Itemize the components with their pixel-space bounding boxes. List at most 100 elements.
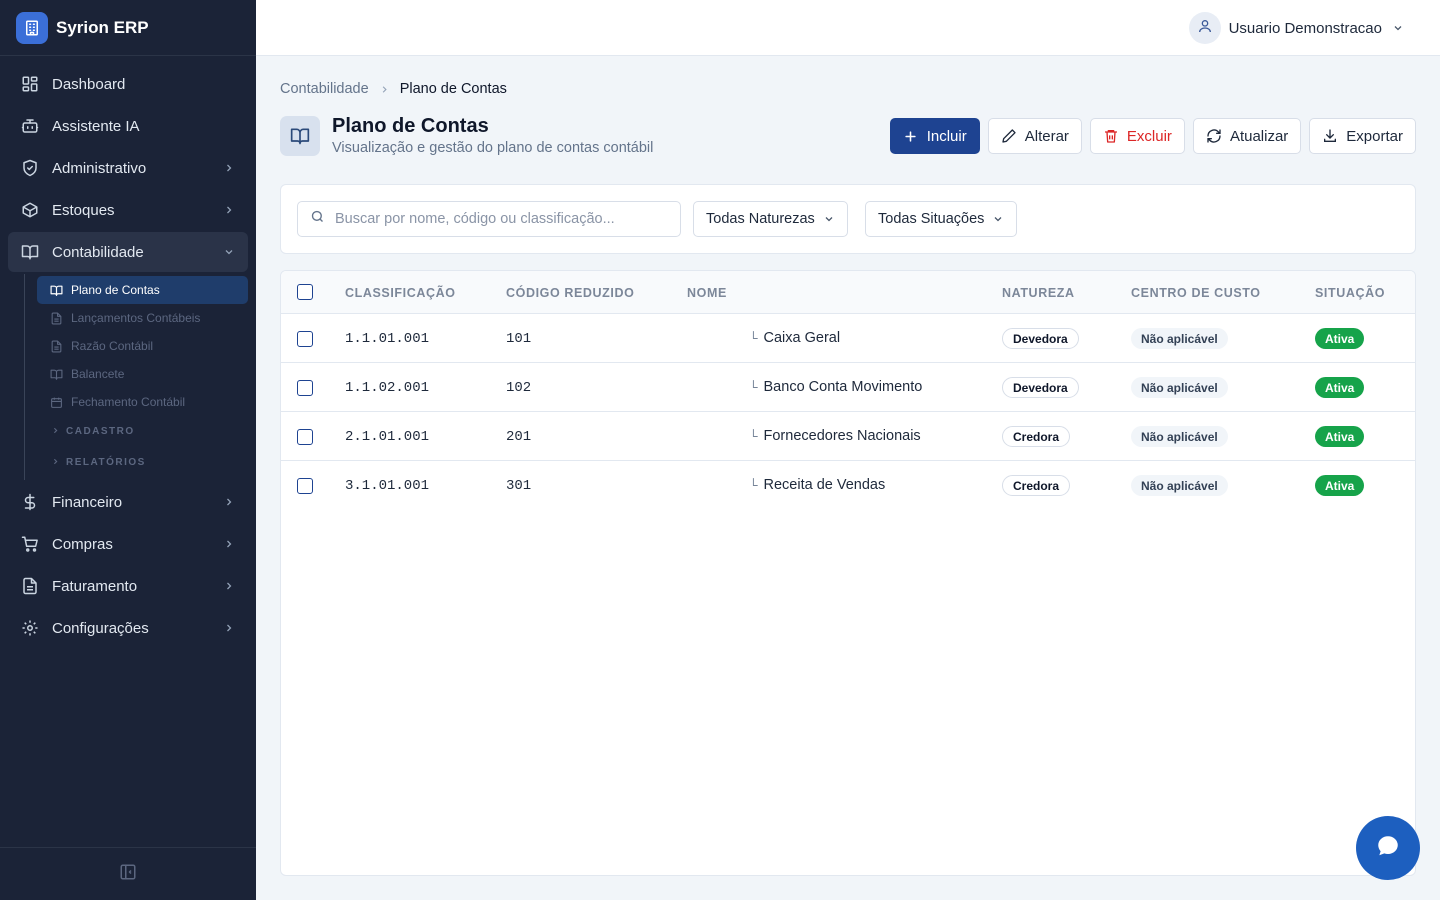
app-name: Syrion ERP (56, 17, 149, 37)
sidebar-item-estoques[interactable]: Estoques (8, 190, 248, 230)
delete-button[interactable]: Excluir (1089, 118, 1185, 154)
user-menu[interactable]: Usuario Demonstracao (1188, 12, 1404, 44)
table-row[interactable]: 3.1.01.001 301 └ Receita de Vendas Credor… (281, 461, 1415, 510)
subgroup-relatorios[interactable]: RELATÓRIOS (37, 447, 248, 478)
sidebar-item-compras[interactable]: Compras (8, 524, 248, 564)
brand[interactable]: Syrion ERP (0, 0, 256, 56)
table-row[interactable]: 1.1.01.001 101 └ Caixa Geral Devedora Não… (281, 314, 1415, 363)
sidebar-collapse-icon (119, 863, 137, 886)
collapse-sidebar-button[interactable] (0, 847, 256, 900)
subgroup-label: CADASTRO (66, 426, 135, 437)
column-header-code[interactable]: CÓDIGO REDUZIDO (506, 286, 634, 300)
sidebar-item-administrativo[interactable]: Administrativo (8, 148, 248, 188)
cell-classification: 3.1.01.001 (345, 478, 430, 494)
cost-center-badge: Não aplicável (1131, 328, 1228, 349)
row-checkbox[interactable] (297, 380, 313, 396)
chevron-right-icon (222, 621, 236, 635)
cart-icon (20, 534, 40, 554)
tree-branch-icon: └ (749, 331, 758, 345)
export-button[interactable]: Exportar (1309, 118, 1416, 154)
box-icon (20, 200, 40, 220)
refresh-icon (1206, 128, 1222, 144)
subitem-label: Balancete (71, 367, 125, 381)
sidebar-item-configuracoes[interactable]: Configurações (8, 608, 248, 648)
column-header-classification[interactable]: CLASSIFICAÇÃO (345, 286, 456, 300)
user-icon (1197, 18, 1213, 39)
column-header-status[interactable]: SITUAÇÃO (1315, 286, 1385, 300)
subitem-plano-de-contas[interactable]: Plano de Contas (37, 276, 248, 304)
select-all-checkbox[interactable] (297, 284, 313, 300)
chevron-right-icon (379, 84, 390, 95)
cell-classification: 1.1.02.001 (345, 380, 430, 396)
cell-classification: 2.1.01.001 (345, 429, 430, 445)
dollar-icon (20, 492, 40, 512)
search-input[interactable] (335, 211, 655, 227)
subgroup-cadastro[interactable]: CADASTRO (37, 416, 248, 447)
nature-filter-select[interactable]: Todas Naturezas (693, 201, 848, 237)
chevron-down-icon (823, 213, 835, 225)
sidebar-item-label: Administrativo (52, 159, 147, 177)
cell-name: └ Banco Conta Movimento (749, 379, 922, 395)
subitem-razao-contabil[interactable]: Razão Contábil (37, 332, 248, 360)
row-checkbox[interactable] (297, 429, 313, 445)
column-header-name[interactable]: NOME (687, 286, 727, 300)
nature-badge: Credora (1002, 426, 1071, 447)
row-checkbox[interactable] (297, 478, 313, 494)
submenu-contabilidade: Plano de Contas Lançamentos Contábeis Ra… (24, 274, 248, 480)
chat-button[interactable] (1356, 816, 1420, 880)
chevron-right-icon (222, 495, 236, 509)
nature-filter-value: Todas Naturezas (706, 211, 815, 227)
bot-icon (20, 116, 40, 136)
column-header-nature[interactable]: NATUREZA (1002, 286, 1075, 300)
accounts-table: CLASSIFICAÇÃO CÓDIGO REDUZIDO NOME NATUR… (280, 270, 1416, 876)
edit-button[interactable]: Alterar (987, 118, 1082, 154)
sidebar-item-contabilidade[interactable]: Contabilidade (8, 232, 248, 272)
chevron-down-icon (222, 245, 236, 259)
dashboard-icon (20, 74, 40, 94)
page-title: Plano de Contas (332, 115, 489, 137)
row-checkbox[interactable] (297, 331, 313, 347)
sidebar-item-dashboard[interactable]: Dashboard (8, 64, 248, 104)
edit-button-label: Alterar (1024, 127, 1069, 145)
cost-center-badge: Não aplicável (1131, 377, 1228, 398)
include-button[interactable]: Incluir (889, 118, 980, 154)
status-badge: Ativa (1315, 475, 1365, 496)
cell-name: └ Caixa Geral (749, 330, 840, 346)
subitem-balancete[interactable]: Balancete (37, 360, 248, 388)
sidebar-item-assistente-ia[interactable]: Assistente IA (8, 106, 248, 146)
table-row[interactable]: 2.1.01.001 201 └ Fornecedores Nacionais C… (281, 412, 1415, 461)
subitem-label: Razão Contábil (71, 339, 154, 353)
breadcrumb-parent[interactable]: Contabilidade (280, 81, 369, 97)
building-icon (16, 11, 48, 44)
sidebar-item-faturamento[interactable]: Faturamento (8, 566, 248, 606)
user-name: Usuario Demonstracao (1228, 19, 1382, 37)
column-header-cost-center[interactable]: CENTRO DE CUSTO (1131, 286, 1261, 300)
filter-bar: Todas Naturezas Todas Situações (280, 184, 1416, 254)
search-box (297, 201, 681, 237)
cost-center-badge: Não aplicável (1131, 426, 1228, 447)
file-icon (49, 311, 63, 325)
sidebar-item-label: Configurações (52, 619, 149, 637)
subitem-label: Lançamentos Contábeis (71, 311, 201, 325)
status-filter-select[interactable]: Todas Situações (865, 201, 1018, 237)
chevron-right-icon (222, 161, 236, 175)
shield-icon (20, 158, 40, 178)
file-icon (20, 576, 40, 596)
refresh-button[interactable]: Atualizar (1192, 118, 1302, 154)
status-badge: Ativa (1315, 377, 1365, 398)
refresh-button-label: Atualizar (1229, 127, 1289, 145)
plus-icon (903, 128, 919, 144)
status-badge: Ativa (1315, 426, 1365, 447)
cell-code: 101 (506, 331, 532, 347)
download-icon (1322, 128, 1338, 144)
page-subtitle: Visualização e gestão do plano de contas… (332, 140, 654, 156)
sidebar-item-financeiro[interactable]: Financeiro (8, 482, 248, 522)
cell-code: 201 (506, 429, 532, 445)
chevron-right-icon (51, 457, 60, 469)
tree-branch-icon: └ (749, 478, 758, 492)
table-row[interactable]: 1.1.02.001 102 └ Banco Conta Movimento De… (281, 363, 1415, 412)
subitem-fechamento-contabil[interactable]: Fechamento Contábil (37, 388, 248, 416)
breadcrumb-current: Plano de Contas (399, 81, 507, 97)
nature-badge: Devedora (1002, 377, 1079, 398)
subitem-lancamentos-contabeis[interactable]: Lançamentos Contábeis (37, 304, 248, 332)
